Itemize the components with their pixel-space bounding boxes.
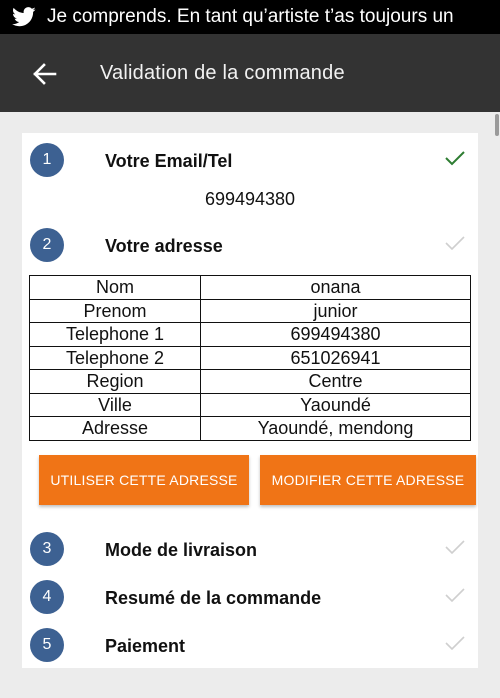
edit-address-button[interactable]: MODIFIER CETTE ADRESSE <box>260 455 476 505</box>
notification-text: Je comprends. En tant qu’artiste t’as to… <box>47 6 454 27</box>
address-key: Region <box>29 369 201 394</box>
address-table: Nom onana Prenom junior Telephone 1 6994… <box>29 275 471 441</box>
step-payment[interactable]: 5 Paiement <box>22 624 478 664</box>
table-row: Prenom junior <box>29 298 471 323</box>
step-label: Paiement <box>105 636 186 656</box>
address-key: Adresse <box>29 416 201 441</box>
step-number-badge: 2 <box>30 228 64 262</box>
table-row: Adresse Yaoundé, mendong <box>29 416 471 441</box>
scrollbar[interactable] <box>495 114 499 136</box>
table-row: Ville Yaoundé <box>29 392 471 417</box>
table-row: Region Centre <box>29 369 471 394</box>
step-label: Resumé de la commande <box>105 588 322 608</box>
address-value: Centre <box>200 369 471 394</box>
address-key: Telephone 2 <box>29 345 201 370</box>
checkout-card: 1 Votre Email/Tel 699494380 2 Votre adre… <box>22 133 478 668</box>
address-value: junior <box>200 298 471 323</box>
address-key: Prenom <box>29 298 201 323</box>
step-number-badge: 3 <box>30 532 64 566</box>
step-email[interactable]: 1 Votre Email/Tel <box>22 139 478 179</box>
check-icon <box>444 634 466 652</box>
email-value: 699494380 <box>204 189 296 209</box>
address-value: 651026941 <box>200 345 471 370</box>
table-row: Telephone 2 651026941 <box>29 345 471 370</box>
step-number-badge: 1 <box>30 143 64 177</box>
check-icon <box>444 538 466 556</box>
page-title: Validation de la commande <box>100 62 345 84</box>
address-value: Yaoundé, mendong <box>200 416 471 441</box>
step-label: Mode de livraison <box>105 540 258 560</box>
step-label: Votre Email/Tel <box>105 151 233 171</box>
check-icon <box>444 234 466 252</box>
status-bar: Je comprends. En tant qu’artiste t’as to… <box>0 0 500 34</box>
address-key: Telephone 1 <box>29 322 201 347</box>
check-icon <box>444 586 466 604</box>
address-key: Ville <box>29 392 201 417</box>
check-icon <box>444 149 466 167</box>
twitter-icon <box>12 7 36 27</box>
step-delivery-mode[interactable]: 3 Mode de livraison <box>22 528 478 568</box>
table-row: Nom onana <box>29 275 471 300</box>
address-value: onana <box>200 275 471 300</box>
address-value: 699494380 <box>200 322 471 347</box>
step-number-badge: 5 <box>30 628 64 662</box>
step-label: Votre adresse <box>105 236 223 256</box>
table-row: Telephone 1 699494380 <box>29 322 471 347</box>
app-bar: Validation de la commande <box>0 34 500 112</box>
step-number-badge: 4 <box>30 580 64 614</box>
arrow-left-icon[interactable] <box>26 56 62 92</box>
use-address-button[interactable]: UTILISER CETTE ADRESSE <box>39 455 249 505</box>
address-value: Yaoundé <box>200 392 471 417</box>
step-address[interactable]: 2 Votre adresse <box>22 224 478 264</box>
address-key: Nom <box>29 275 201 300</box>
step-order-summary[interactable]: 4 Resumé de la commande <box>22 576 478 616</box>
